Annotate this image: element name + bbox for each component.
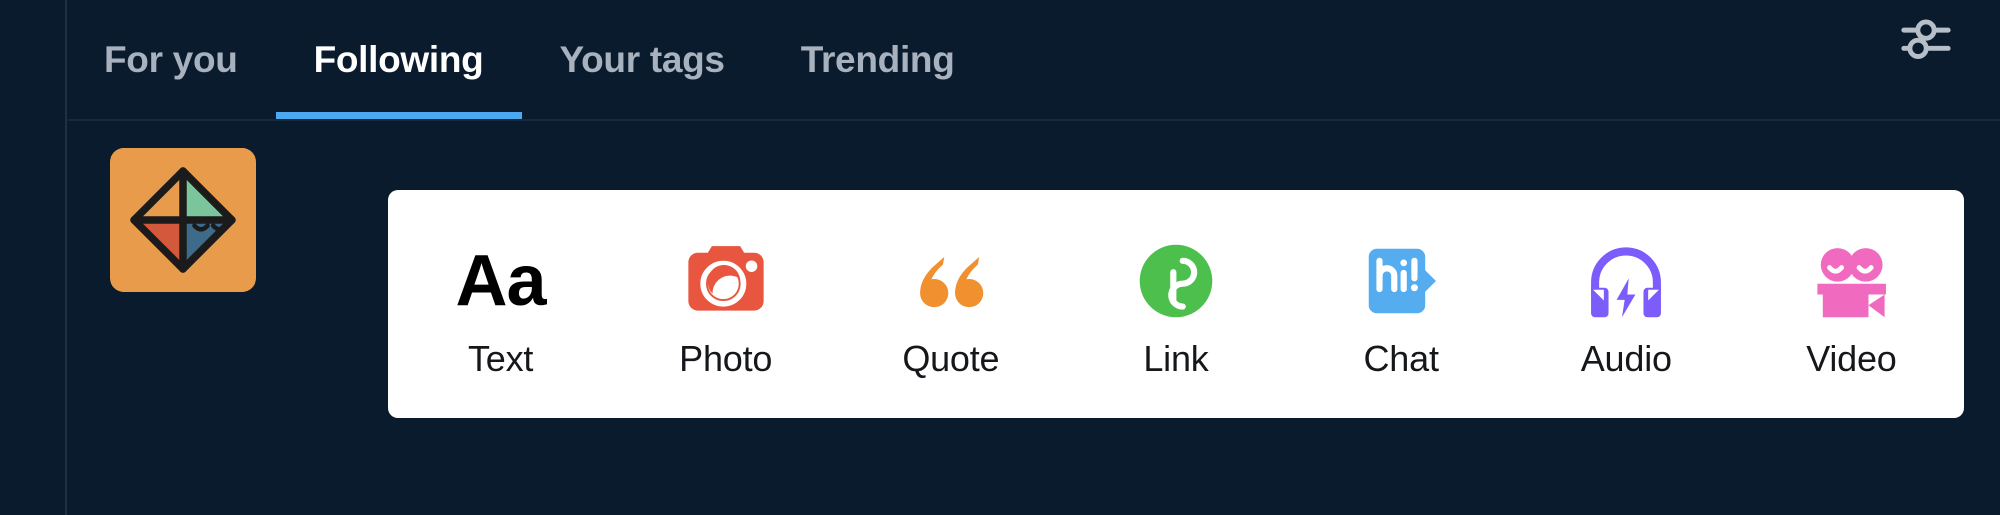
tab-list: For you Following Your tags Trending [66, 0, 993, 119]
quote-marks-icon [908, 238, 994, 324]
post-type-label: Audio [1580, 338, 1672, 379]
tab-for-you[interactable]: For you [66, 0, 276, 119]
feed-settings-button[interactable] [1895, 8, 1957, 70]
octahedron-avatar-icon [111, 148, 255, 292]
post-composer-row: Aa Text Photo Quote Link Chat Audio Vide… [66, 121, 2000, 515]
tab-your-tags[interactable]: Your tags [522, 0, 763, 119]
post-type-label: Chat [1363, 338, 1439, 379]
post-type-photo[interactable]: Photo [613, 190, 838, 418]
tab-trending[interactable]: Trending [763, 0, 993, 119]
tab-label: Trending [800, 38, 955, 80]
tab-label: Following [313, 38, 484, 80]
post-type-label: Photo [679, 338, 773, 379]
dashboard-tabbar: For you Following Your tags Trending [66, 0, 2000, 121]
post-type-text[interactable]: Aa Text [388, 190, 613, 418]
tab-following[interactable]: Following [275, 0, 522, 119]
sliders-filter-icon [1901, 19, 1951, 59]
post-type-chat[interactable]: Chat [1289, 190, 1514, 418]
post-type-label: Quote [902, 338, 1000, 379]
post-type-card: Aa Text Photo Quote Link Chat Audio Vide… [388, 190, 1964, 418]
post-type-quote[interactable]: Quote [838, 190, 1063, 418]
text-aa-glyph: Aa [455, 241, 547, 321]
post-type-label: Video [1806, 338, 1897, 379]
text-aa-icon: Aa [455, 238, 547, 324]
headphones-icon [1583, 238, 1669, 324]
tab-label: Your tags [559, 38, 726, 80]
post-type-label: Text [467, 338, 534, 379]
post-type-label: Link [1143, 338, 1209, 379]
tab-label: For you [104, 38, 238, 80]
chat-bubble-icon [1358, 238, 1444, 324]
camera-icon [683, 238, 769, 324]
post-type-link[interactable]: Link [1063, 190, 1288, 418]
tab-active-underline [275, 112, 522, 119]
link-icon [1133, 238, 1219, 324]
video-camera-icon [1808, 238, 1894, 324]
post-type-audio[interactable]: Audio [1514, 190, 1739, 418]
user-avatar[interactable] [110, 148, 256, 292]
dashboard-root: For you Following Your tags Trending Aa … [0, 0, 2000, 515]
post-type-video[interactable]: Video [1739, 190, 1964, 418]
